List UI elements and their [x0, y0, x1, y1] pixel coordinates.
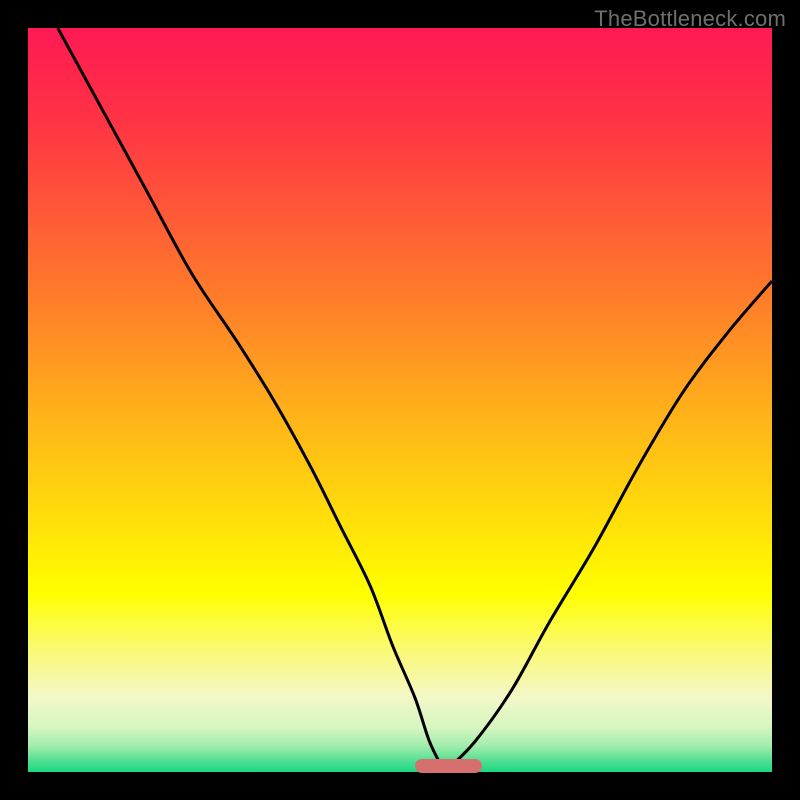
figure-container: TheBottleneck.com: [0, 0, 800, 800]
chart-svg: [28, 28, 772, 772]
plot-area: [28, 28, 772, 772]
bottleneck-marker: [415, 759, 482, 773]
